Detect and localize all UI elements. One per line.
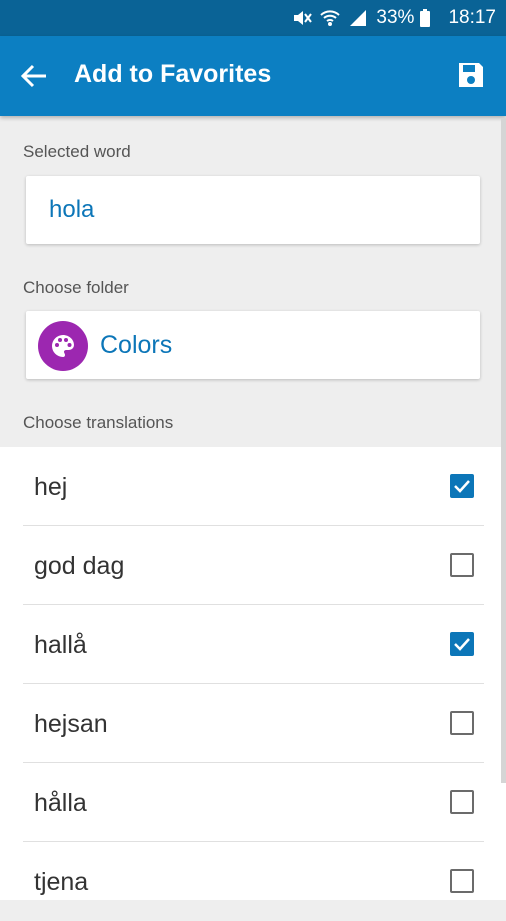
battery-percent: 33% bbox=[376, 7, 415, 28]
choose-translations-label: Choose translations bbox=[23, 413, 174, 432]
checkbox-unchecked[interactable] bbox=[450, 711, 474, 735]
folder-selector[interactable]: Colors bbox=[26, 311, 480, 379]
translation-text: hallå bbox=[34, 631, 87, 659]
list-item[interactable]: hejsan bbox=[23, 684, 484, 763]
checkbox-unchecked[interactable] bbox=[450, 790, 474, 814]
checkbox-checked[interactable] bbox=[450, 632, 474, 656]
translation-text: hejsan bbox=[34, 710, 108, 738]
battery-icon bbox=[420, 9, 431, 27]
checkbox-checked[interactable] bbox=[450, 474, 474, 498]
selected-word-card[interactable]: hola bbox=[26, 176, 480, 244]
checkbox-unchecked[interactable] bbox=[450, 869, 474, 893]
translation-text: hej bbox=[34, 473, 68, 501]
palette-icon bbox=[38, 321, 88, 371]
choose-folder-label: Choose folder bbox=[23, 278, 129, 297]
scrollbar[interactable] bbox=[501, 118, 506, 783]
list-item[interactable]: hallå bbox=[23, 605, 484, 684]
list-item[interactable]: tjena bbox=[23, 842, 484, 921]
translation-text: god dag bbox=[34, 552, 125, 580]
page-title: Add to Favorites bbox=[74, 60, 272, 88]
mute-icon bbox=[292, 9, 313, 27]
selected-word-label: Selected word bbox=[23, 142, 131, 161]
list-item[interactable]: god dag bbox=[23, 526, 484, 605]
selected-word-value: hola bbox=[49, 196, 95, 223]
folder-name: Colors bbox=[100, 331, 173, 359]
wifi-icon bbox=[320, 9, 341, 27]
save-floppy-icon[interactable] bbox=[456, 60, 486, 90]
checkbox-unchecked[interactable] bbox=[450, 553, 474, 577]
translations-list: hej god dag hallå hejsan hålla tjena bbox=[0, 447, 506, 900]
app-bar: Add to Favorites bbox=[0, 36, 506, 116]
translation-text: hålla bbox=[34, 789, 87, 817]
list-item[interactable]: hålla bbox=[23, 763, 484, 842]
signal-icon bbox=[348, 9, 368, 27]
clock: 18:17 bbox=[448, 7, 496, 28]
translation-text: tjena bbox=[34, 868, 89, 896]
status-bar: 33% 18:17 bbox=[0, 0, 506, 36]
list-item[interactable]: hej bbox=[23, 447, 484, 526]
arrow-back-icon[interactable] bbox=[20, 62, 48, 90]
